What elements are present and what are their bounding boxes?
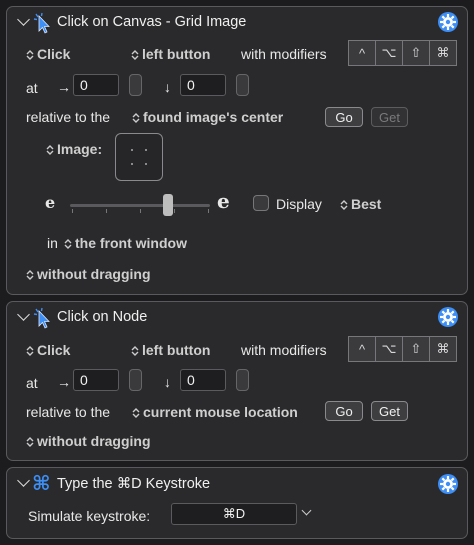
modifier-keys: ^ ⌥ ⇧ ⌘: [348, 40, 457, 66]
chevron-down-icon[interactable]: [17, 13, 30, 26]
mouse-button-popup[interactable]: left button: [131, 342, 210, 358]
window-popup[interactable]: the front window: [64, 235, 187, 251]
x-offset-stepper[interactable]: [129, 369, 142, 391]
y-offset-stepper[interactable]: [236, 74, 249, 96]
x-offset-field[interactable]: 0: [73, 369, 119, 391]
down-arrow-icon: ↓: [164, 374, 171, 390]
display-checkbox[interactable]: [253, 195, 269, 211]
relative-to-value: current mouse location: [143, 404, 298, 420]
grid-dot: [131, 163, 133, 165]
popup-arrows-icon: [132, 408, 140, 419]
popup-arrows-icon: [340, 200, 348, 211]
chevron-down-icon[interactable]: [17, 308, 30, 321]
grid-dot: [145, 149, 147, 151]
modifier-option[interactable]: ⌥: [375, 40, 403, 66]
mouse-button-value: left button: [142, 342, 211, 358]
image-well[interactable]: [115, 133, 163, 181]
with-modifiers-label: with modifiers: [241, 46, 327, 62]
modifier-control[interactable]: ^: [348, 336, 376, 362]
get-button[interactable]: Get: [371, 107, 408, 127]
relative-to-label: relative to the: [26, 109, 111, 125]
right-arrow-icon: →: [57, 79, 71, 95]
dragging-value: without dragging: [37, 266, 151, 282]
get-button[interactable]: Get: [371, 401, 408, 421]
relative-to-popup[interactable]: current mouse location: [132, 404, 298, 420]
x-offset-stepper[interactable]: [129, 74, 142, 96]
at-label: at: [26, 375, 38, 391]
fuzziness-slider[interactable]: [70, 194, 210, 216]
modifier-control[interactable]: ^: [348, 40, 376, 66]
keystroke-field[interactable]: ⌘D: [171, 503, 297, 525]
modifier-option[interactable]: ⌥: [375, 336, 403, 362]
go-button[interactable]: Go: [325, 401, 363, 421]
gear-icon[interactable]: [437, 11, 459, 33]
popup-arrows-icon: [26, 50, 34, 61]
mouse-button-popup[interactable]: left button: [131, 46, 210, 62]
y-offset-field[interactable]: 0: [180, 369, 226, 391]
popup-arrows-icon: [131, 50, 139, 61]
display-label: Display: [276, 196, 322, 212]
x-offset-field[interactable]: 0: [73, 74, 119, 96]
action-type-keystroke: ⌘ Type the ⌘D Keystroke Simulate keystro…: [6, 467, 468, 539]
keystroke-dropdown-icon[interactable]: [301, 505, 312, 516]
action-title: Click on Canvas - Grid Image: [57, 14, 247, 30]
modifier-command[interactable]: ⌘: [429, 40, 457, 66]
popup-arrows-icon: [131, 346, 139, 357]
action-title: Click on Node: [57, 309, 148, 325]
with-modifiers-label: with modifiers: [241, 342, 327, 358]
fuzzy-small-icon: e: [45, 193, 56, 212]
relative-to-popup[interactable]: found image's center: [132, 109, 283, 125]
popup-arrows-icon: [26, 437, 34, 448]
y-offset-stepper[interactable]: [236, 369, 249, 391]
action-click-on-canvas: Click on Canvas - Grid Image Click left …: [6, 6, 468, 295]
modifier-shift[interactable]: ⇧: [402, 336, 430, 362]
relative-to-label: relative to the: [26, 404, 111, 420]
simulate-keystroke-label: Simulate keystroke:: [28, 508, 151, 524]
popup-arrows-icon: [26, 346, 34, 357]
popup-arrows-icon: [132, 113, 140, 124]
down-arrow-icon: ↓: [164, 79, 171, 95]
grid-dot: [131, 149, 133, 151]
click-pointer-icon: [33, 12, 50, 34]
grid-dot: [145, 163, 147, 165]
dragging-popup[interactable]: without dragging: [26, 433, 151, 449]
mouse-button-value: left button: [142, 46, 211, 62]
click-type-value: Click: [37, 342, 71, 358]
dragging-popup[interactable]: without dragging: [26, 266, 151, 282]
relative-to-value: found image's center: [143, 109, 284, 125]
modifier-command[interactable]: ⌘: [429, 336, 457, 362]
click-type-popup[interactable]: Click: [26, 46, 70, 62]
image-label: Image:: [57, 141, 103, 157]
modifier-keys: ^ ⌥ ⇧ ⌘: [348, 336, 457, 362]
dragging-value: without dragging: [37, 433, 151, 449]
click-type-popup[interactable]: Click: [26, 342, 70, 358]
gear-icon[interactable]: [437, 473, 459, 495]
in-label: in: [47, 235, 58, 251]
command-key-icon: ⌘: [32, 473, 51, 495]
popup-arrows-icon: [46, 145, 54, 156]
quality-value: Best: [351, 196, 382, 212]
modifier-shift[interactable]: ⇧: [402, 40, 430, 66]
image-popup[interactable]: Image:: [46, 141, 102, 157]
quality-popup[interactable]: Best: [340, 196, 381, 212]
click-pointer-icon: [33, 307, 50, 329]
gear-icon[interactable]: [437, 306, 459, 328]
window-value: the front window: [75, 235, 187, 251]
at-label: at: [26, 80, 38, 96]
y-offset-field[interactable]: 0: [180, 74, 226, 96]
popup-arrows-icon: [64, 239, 72, 250]
popup-arrows-icon: [26, 270, 34, 281]
action-title: Type the ⌘D Keystroke: [57, 476, 211, 492]
go-button[interactable]: Go: [325, 107, 363, 127]
action-click-on-node: Click on Node Click left button with mod…: [6, 301, 468, 461]
fuzzy-large-icon: e: [217, 189, 230, 213]
slider-knob[interactable]: [163, 194, 173, 216]
right-arrow-icon: →: [57, 374, 71, 390]
click-type-value: Click: [37, 46, 71, 62]
chevron-down-icon[interactable]: [17, 474, 30, 487]
